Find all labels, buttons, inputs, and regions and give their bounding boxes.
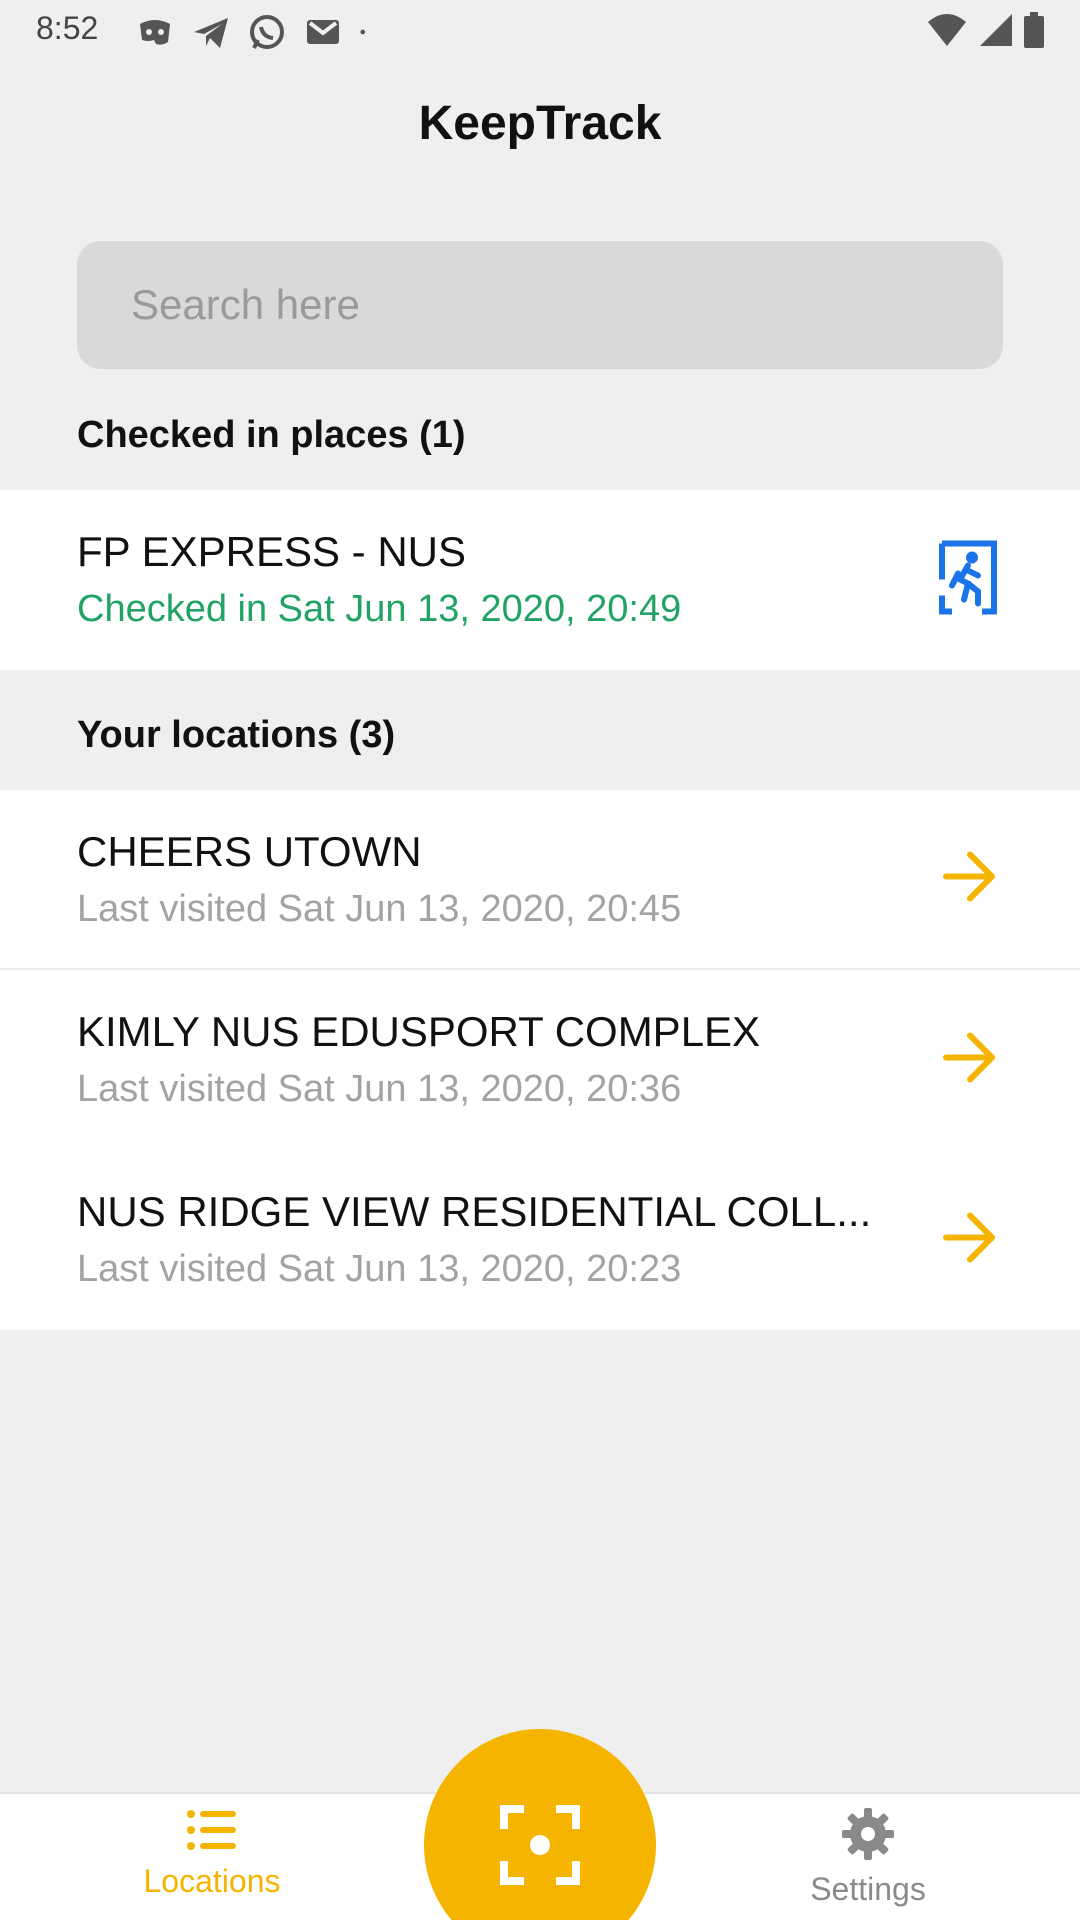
list-item[interactable]: FP EXPRESS - NUS Checked in Sat Jun 13, … bbox=[0, 490, 1080, 670]
checked-in-list: FP EXPRESS - NUS Checked in Sat Jun 13, … bbox=[0, 490, 1080, 670]
place-name: FP EXPRESS - NUS bbox=[77, 528, 466, 575]
checked-in-section-title: Checked in places (1) bbox=[77, 414, 466, 456]
arrow-right-icon bbox=[943, 1032, 995, 1083]
nav-label-settings: Settings bbox=[810, 1871, 926, 1907]
system-icons bbox=[926, 12, 1044, 48]
locations-list: CHEERS UTOWN Last visited Sat Jun 13, 20… bbox=[0, 790, 1080, 1330]
notification-icons bbox=[134, 12, 378, 52]
scan-button[interactable] bbox=[424, 1729, 656, 1920]
screen: 8:52 KeepTrack Search here Checked in pl… bbox=[0, 0, 1080, 1920]
search-input[interactable] bbox=[129, 280, 953, 330]
gmail-icon bbox=[307, 20, 339, 44]
page-title: KeepTrack bbox=[418, 97, 662, 150]
place-status: Last visited Sat Jun 13, 2020, 20:36 bbox=[77, 1068, 682, 1110]
gear-icon bbox=[842, 1808, 894, 1860]
scan-qr-icon bbox=[500, 1805, 580, 1885]
wifi-icon bbox=[928, 14, 966, 46]
dot-icon bbox=[360, 29, 366, 35]
checkout-exit-icon bbox=[939, 540, 997, 615]
list-item[interactable]: NUS RIDGE VIEW RESIDENTIAL COLL... Last … bbox=[0, 1150, 1080, 1330]
telegram-icon bbox=[194, 18, 228, 48]
place-name: KIMLY NUS EDUSPORT COMPLEX bbox=[77, 1008, 761, 1055]
list-item[interactable]: CHEERS UTOWN Last visited Sat Jun 13, 20… bbox=[0, 790, 1080, 970]
arrow-right-icon bbox=[943, 1212, 995, 1263]
open-location-button[interactable] bbox=[942, 1032, 998, 1089]
open-location-button[interactable] bbox=[942, 851, 998, 908]
nav-item-locations[interactable]: Locations bbox=[87, 1808, 337, 1900]
search-box[interactable] bbox=[77, 241, 1003, 369]
open-location-button[interactable] bbox=[942, 1212, 998, 1269]
list-item[interactable]: KIMLY NUS EDUSPORT COMPLEX Last visited … bbox=[0, 970, 1080, 1150]
status-time: 8:52 bbox=[36, 10, 99, 46]
signal-icon bbox=[980, 14, 1012, 46]
place-name: NUS RIDGE VIEW RESIDENTIAL COLL... bbox=[77, 1188, 872, 1235]
status-bar: 8:52 bbox=[0, 0, 1080, 64]
list-icon bbox=[187, 1810, 236, 1850]
battery-icon bbox=[1024, 12, 1044, 48]
nav-item-settings[interactable]: Settings bbox=[743, 1808, 993, 1908]
place-status: Last visited Sat Jun 13, 2020, 20:45 bbox=[77, 888, 682, 930]
whatsapp-icon bbox=[250, 15, 284, 49]
arrow-right-icon bbox=[943, 851, 995, 902]
checkout-button[interactable] bbox=[938, 540, 998, 621]
place-name: CHEERS UTOWN bbox=[77, 828, 422, 875]
nav-label-locations: Locations bbox=[143, 1863, 281, 1899]
discord-icon bbox=[140, 20, 170, 45]
locations-section-title: Your locations (3) bbox=[77, 714, 396, 756]
place-status: Last visited Sat Jun 13, 2020, 20:23 bbox=[77, 1248, 682, 1290]
place-status: Checked in Sat Jun 13, 2020, 20:49 bbox=[77, 588, 682, 630]
